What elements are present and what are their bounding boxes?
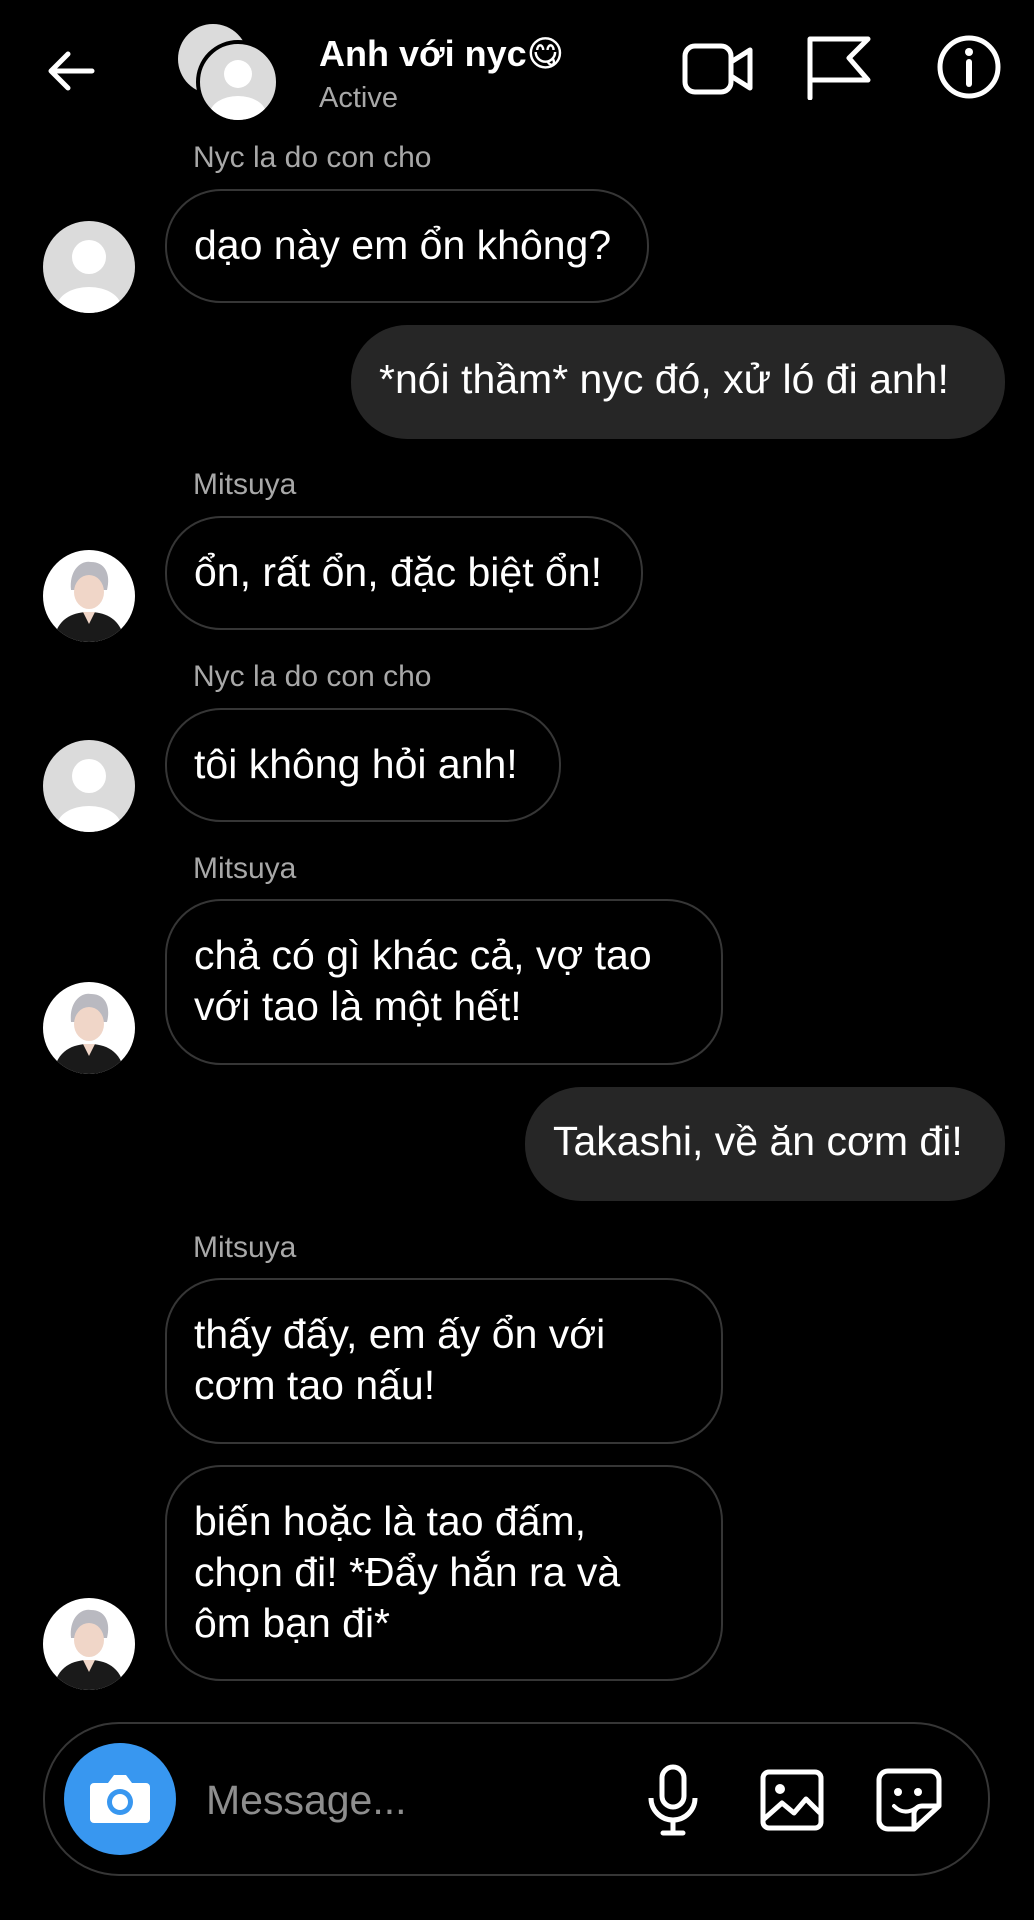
sticker-button[interactable] <box>876 1768 942 1832</box>
avatar[interactable] <box>43 1598 135 1690</box>
default-avatar-icon <box>57 759 121 832</box>
video-call-icon <box>682 43 753 95</box>
incoming-message[interactable]: chả có gì khác cả, vợ tao với tao là một… <box>165 899 723 1065</box>
avatar[interactable] <box>43 982 135 1074</box>
incoming-message[interactable]: dạo này em ổn không? <box>165 189 649 303</box>
mitsuya-avatar-icon <box>53 561 125 642</box>
video-call-button[interactable] <box>682 38 754 98</box>
flag-button[interactable] <box>805 34 873 100</box>
sender-name: Nyc la do con cho <box>193 141 432 174</box>
microphone-icon <box>648 1764 698 1836</box>
info-icon <box>937 35 1001 99</box>
group-title[interactable]: Anh với nyc😋 <box>319 32 564 76</box>
info-button[interactable] <box>936 34 1002 100</box>
incoming-message[interactable]: ổn, rất ổn, đặc biệt ổn! <box>165 516 643 630</box>
group-avatar-front <box>196 40 280 124</box>
sender-name: Nyc la do con cho <box>193 660 432 693</box>
mitsuya-avatar-icon <box>53 1609 125 1690</box>
voice-message-button[interactable] <box>645 1764 701 1836</box>
group-avatar[interactable] <box>178 24 280 124</box>
active-status: Active <box>319 82 398 114</box>
gallery-icon <box>760 1769 824 1831</box>
gallery-button[interactable] <box>760 1769 824 1831</box>
outgoing-message[interactable]: *nói thầm* nyc đó, xử ló đi anh! <box>351 325 1005 439</box>
camera-icon <box>90 1775 150 1823</box>
sticker-icon <box>876 1768 942 1832</box>
incoming-message[interactable]: tôi không hỏi anh! <box>165 708 561 822</box>
arrow-left-icon <box>48 51 95 91</box>
incoming-message[interactable]: thấy đấy, em ấy ổn với cơm tao nấu! <box>165 1278 723 1444</box>
avatar[interactable] <box>43 221 135 313</box>
default-avatar-icon <box>57 240 121 313</box>
back-button[interactable] <box>42 46 102 96</box>
sender-name: Mitsuya <box>193 1231 297 1264</box>
sender-name: Mitsuya <box>193 852 297 885</box>
incoming-message[interactable]: biến hoặc là tao đấm, chọn đi! *Đẩy hắn … <box>165 1465 723 1681</box>
camera-button[interactable] <box>64 1743 176 1855</box>
flag-icon <box>807 36 871 100</box>
sender-name: Mitsuya <box>193 468 297 501</box>
message-input[interactable]: Message... <box>206 1775 626 1825</box>
avatar[interactable] <box>43 550 135 642</box>
mitsuya-avatar-icon <box>53 993 125 1074</box>
avatar[interactable] <box>43 740 135 832</box>
outgoing-message[interactable]: Takashi, về ăn cơm đi! <box>525 1087 1005 1201</box>
